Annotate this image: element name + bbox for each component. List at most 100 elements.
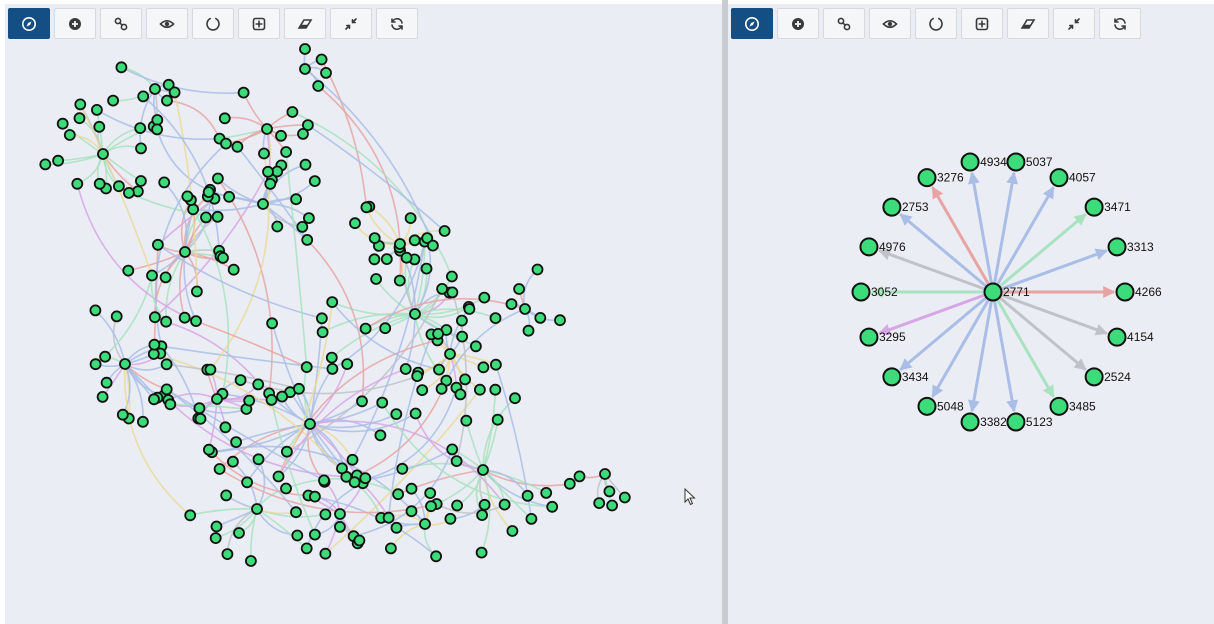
graph-node[interactable]	[217, 251, 229, 264]
graph-node[interactable]	[220, 489, 233, 502]
graph-node[interactable]	[280, 146, 293, 158]
graph-node[interactable]	[227, 263, 240, 276]
graph-node[interactable]	[411, 370, 424, 383]
graph-node[interactable]	[476, 509, 489, 522]
node-4934[interactable]: 4934	[960, 152, 1008, 172]
graph-node[interactable]	[299, 43, 311, 55]
graph-node[interactable]	[220, 137, 232, 150]
graph-node[interactable]	[237, 86, 250, 99]
graph-node[interactable]	[312, 80, 325, 92]
graph-node[interactable]	[299, 158, 312, 171]
graph-node[interactable]	[390, 521, 403, 534]
left-expand-button[interactable]	[238, 8, 280, 39]
graph-node[interactable]	[286, 106, 299, 118]
graph-node[interactable]	[204, 363, 217, 376]
right-erase-button[interactable]	[1007, 8, 1049, 39]
graph-node[interactable]	[291, 529, 304, 542]
graph-node[interactable]	[292, 382, 305, 395]
graph-node[interactable]	[382, 511, 395, 524]
graph-node[interactable]	[230, 436, 243, 449]
graph-node[interactable]	[370, 273, 383, 285]
graph-node[interactable]	[210, 520, 223, 533]
graph-node[interactable]	[100, 376, 113, 389]
graph-node[interactable]	[419, 518, 431, 530]
graph-node[interactable]	[505, 298, 518, 311]
graph-node[interactable]	[473, 383, 486, 396]
graph-node[interactable]	[39, 158, 52, 171]
graph-node[interactable]	[435, 382, 448, 395]
left-add-edge-button[interactable]	[100, 8, 142, 39]
graph-node[interactable]	[454, 388, 467, 401]
node-2524[interactable]: 2524	[1084, 367, 1132, 387]
left-erase-button[interactable]	[284, 8, 326, 39]
graph-node[interactable]	[74, 98, 87, 111]
graph-node[interactable]	[297, 127, 309, 140]
graph-node[interactable]	[96, 390, 109, 403]
graph-node[interactable]	[234, 374, 247, 387]
graph-node[interactable]	[159, 271, 172, 284]
graph-node[interactable]	[99, 350, 111, 363]
graph-node[interactable]	[336, 462, 348, 475]
graph-node[interactable]	[489, 358, 502, 371]
graph-node[interactable]	[300, 361, 313, 374]
graph-node[interactable]	[326, 296, 339, 309]
graph-node[interactable]	[368, 232, 381, 245]
node-5048[interactable]: 5048	[917, 396, 965, 416]
graph-node[interactable]	[451, 499, 464, 512]
right-collapse-button[interactable]	[1053, 8, 1095, 39]
graph-node[interactable]	[179, 246, 191, 258]
graph-node[interactable]	[116, 408, 129, 421]
graph-node[interactable]	[546, 500, 559, 513]
node-3471[interactable]: 3471	[1084, 197, 1132, 217]
graph-node[interactable]	[158, 176, 171, 189]
graph-node[interactable]	[122, 264, 135, 277]
graph-node[interactable]	[63, 129, 76, 141]
graph-node[interactable]	[190, 315, 202, 328]
graph-node[interactable]	[436, 282, 449, 295]
node-2753[interactable]: 2753	[882, 197, 929, 217]
graph-node[interactable]	[213, 463, 226, 475]
graph-node[interactable]	[280, 482, 292, 495]
graph-node[interactable]	[506, 525, 519, 537]
graph-node[interactable]	[315, 312, 328, 325]
graph-node[interactable]	[444, 512, 457, 525]
graph-node[interactable]	[233, 527, 245, 539]
graph-node[interactable]	[430, 550, 443, 563]
graph-node[interactable]	[459, 373, 472, 386]
graph-node[interactable]	[137, 90, 150, 103]
graph-node[interactable]	[221, 548, 234, 560]
node-4154[interactable]: 4154	[1107, 327, 1155, 347]
graph-node[interactable]	[475, 546, 488, 559]
graph-node[interactable]	[202, 186, 215, 199]
graph-node[interactable]	[181, 190, 194, 203]
graph-node[interactable]	[149, 83, 161, 95]
graph-node[interactable]	[540, 486, 553, 499]
graph-node[interactable]	[243, 394, 256, 407]
graph-node[interactable]	[359, 322, 372, 335]
graph-node[interactable]	[399, 363, 412, 375]
graph-node[interactable]	[184, 509, 197, 522]
graph-node[interactable]	[119, 358, 131, 370]
graph-node[interactable]	[151, 114, 164, 126]
graph-node[interactable]	[445, 270, 458, 283]
graph-node[interactable]	[477, 361, 490, 374]
graph-node[interactable]	[91, 104, 103, 116]
graph-node[interactable]	[190, 285, 203, 298]
graph-node[interactable]	[160, 358, 173, 371]
graph-node[interactable]	[93, 177, 106, 190]
node-5123[interactable]: 5123	[1006, 412, 1053, 432]
graph-node[interactable]	[393, 274, 406, 287]
graph-node[interactable]	[498, 498, 511, 511]
graph-node[interactable]	[211, 210, 224, 223]
graph-node[interactable]	[300, 542, 313, 555]
graph-node[interactable]	[477, 464, 489, 476]
graph-node[interactable]	[420, 262, 433, 275]
graph-node[interactable]	[219, 421, 232, 434]
graph-node[interactable]	[290, 193, 303, 206]
graph-node[interactable]	[251, 503, 263, 515]
graph-node[interactable]	[148, 311, 161, 324]
node-4976[interactable]: 4976	[859, 237, 906, 257]
graph-node[interactable]	[444, 348, 456, 360]
graph-node[interactable]	[266, 317, 279, 330]
graph-node[interactable]	[349, 217, 361, 230]
